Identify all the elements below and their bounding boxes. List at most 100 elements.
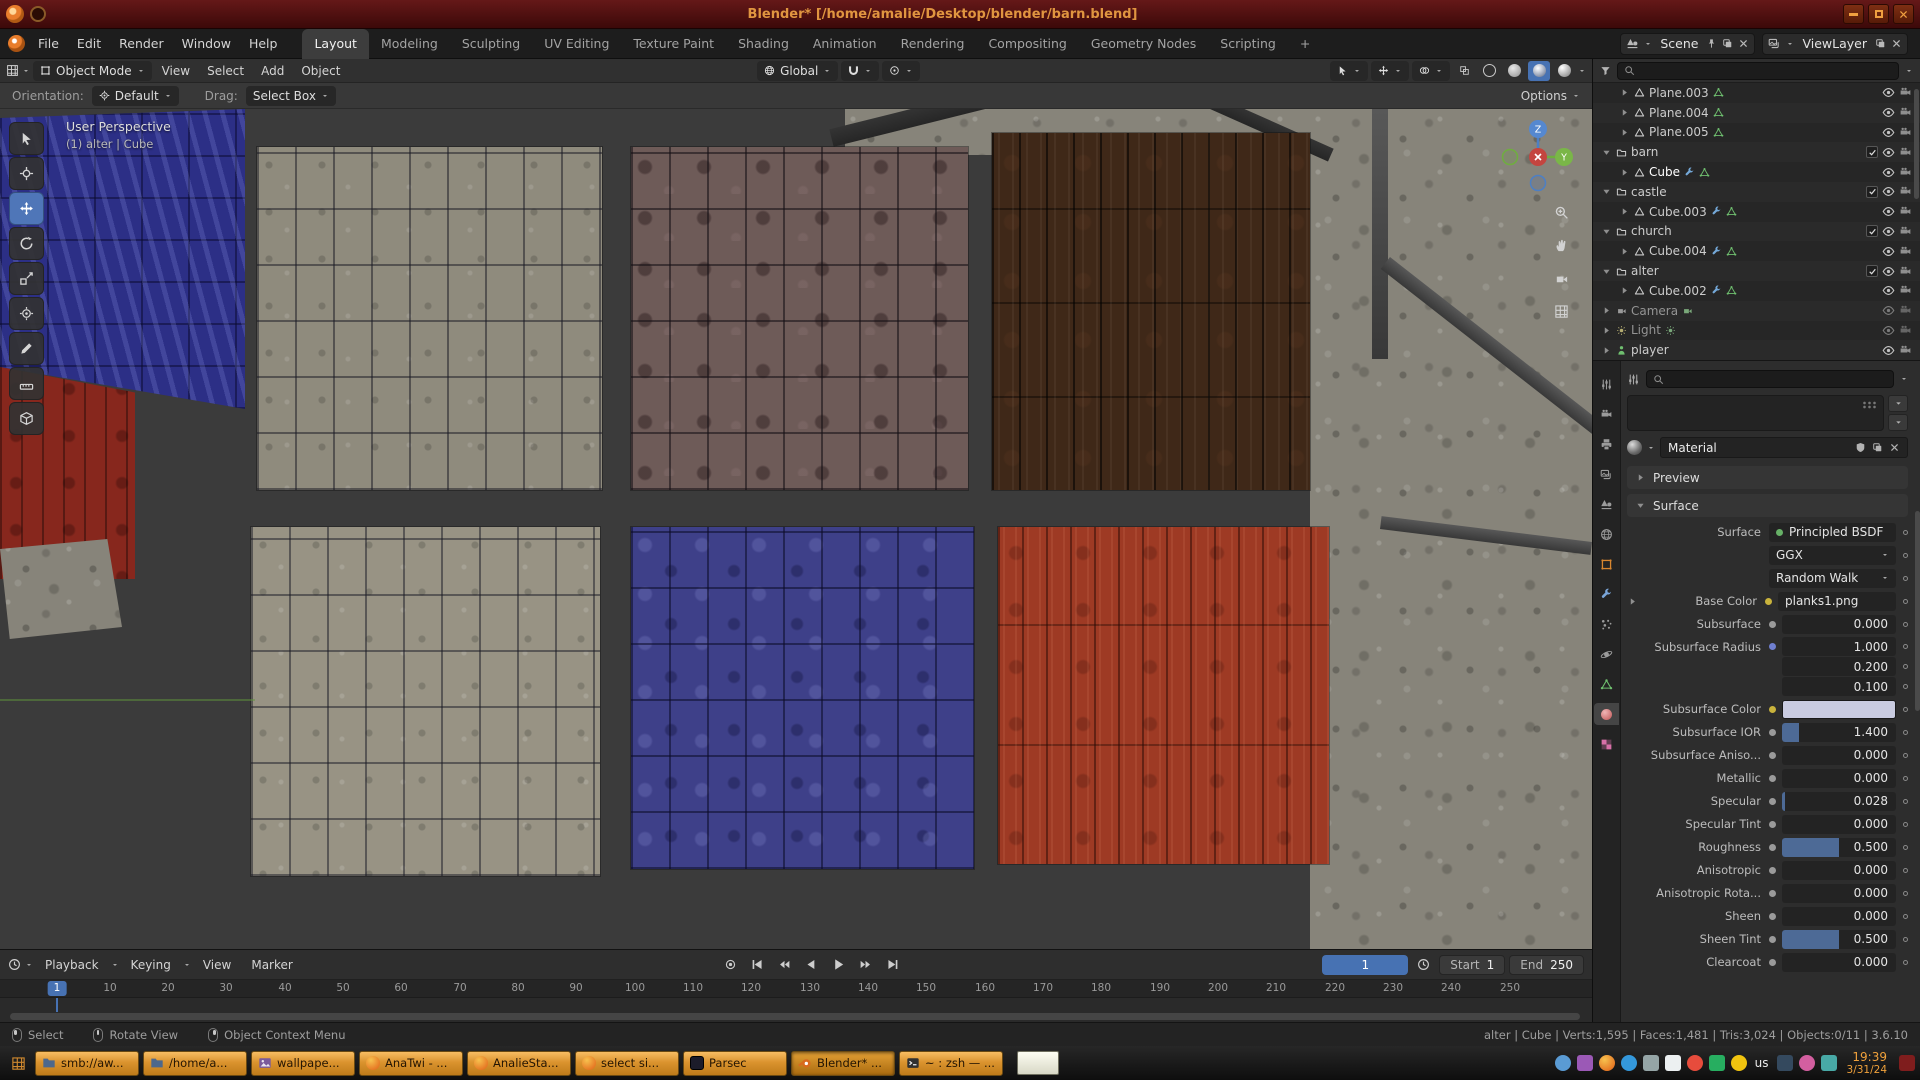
collection-checkbox[interactable]: [1866, 225, 1878, 237]
anisotropic-field[interactable]: 0.000: [1782, 861, 1896, 880]
keyboard-layout-indicator[interactable]: us: [1753, 1056, 1771, 1070]
ptab-particles[interactable]: [1594, 613, 1619, 635]
properties-scrollbar[interactable]: [1915, 511, 1920, 711]
render-visibility-icon[interactable]: [1899, 304, 1912, 317]
ptab-scene[interactable]: [1594, 493, 1619, 515]
timeline-editor-icon[interactable]: [8, 958, 21, 971]
subsurface-aniso-field[interactable]: 0.000: [1782, 746, 1896, 765]
outliner-scrollbar[interactable]: [1914, 89, 1919, 199]
orientation-setting-dropdown[interactable]: Default: [92, 86, 179, 106]
xray-toggle[interactable]: [1453, 61, 1475, 81]
object-name[interactable]: Plane.003: [1649, 86, 1709, 100]
tab-geometry-nodes[interactable]: Geometry Nodes: [1079, 29, 1208, 59]
tray-icon-8[interactable]: [1709, 1055, 1725, 1071]
outliner-search-input[interactable]: [1617, 62, 1899, 80]
distribution-dropdown[interactable]: GGX: [1769, 546, 1896, 565]
close-icon[interactable]: [1738, 38, 1749, 49]
tray-icon-7[interactable]: [1687, 1055, 1703, 1071]
keyframe-dot[interactable]: [1903, 576, 1908, 581]
anisotropic-rotation-field[interactable]: 0.000: [1782, 884, 1896, 903]
viewlayer-selector[interactable]: ViewLayer: [1762, 33, 1908, 55]
transform-orientation-dropdown[interactable]: Global: [757, 61, 838, 81]
object-visibility-dropdown[interactable]: [1330, 61, 1368, 81]
object-name[interactable]: Camera: [1631, 304, 1678, 318]
menu-marker[interactable]: Marker: [243, 950, 300, 980]
camera-view-icon[interactable]: [1554, 271, 1569, 286]
disclosure-icon[interactable]: [1601, 325, 1612, 336]
stone-block-mesh[interactable]: [0, 539, 122, 639]
tool-scale[interactable]: [9, 262, 44, 295]
tab-texture-paint[interactable]: Texture Paint: [621, 29, 726, 59]
object-name[interactable]: Light: [1631, 323, 1661, 337]
tray-icon-10[interactable]: [1777, 1055, 1793, 1071]
render-visibility-icon[interactable]: [1899, 205, 1912, 218]
disclosure-icon[interactable]: [1601, 186, 1612, 197]
ptab-physics[interactable]: [1594, 643, 1619, 665]
unlink-icon[interactable]: [1889, 442, 1900, 453]
taskbar-window-wallpaper[interactable]: wallpape...: [251, 1051, 355, 1076]
disclosure-icon[interactable]: [1601, 305, 1612, 316]
pan-hand-icon[interactable]: [1554, 238, 1569, 253]
menu-help[interactable]: Help: [240, 29, 287, 59]
menu-select[interactable]: Select: [200, 59, 251, 83]
outliner-row-cube[interactable]: Cube: [1593, 162, 1920, 182]
subsurface-radius-field-2[interactable]: 0.200: [1782, 657, 1896, 676]
taskbar-window-blender[interactable]: Blender* ...: [791, 1051, 895, 1076]
jump-to-start-button[interactable]: [746, 955, 769, 975]
keyframe-dot[interactable]: [1903, 730, 1908, 735]
eye-icon[interactable]: [1882, 225, 1895, 238]
subsurface-ior-field[interactable]: 1.400: [1782, 723, 1896, 742]
outliner-row-plane005[interactable]: Plane.005: [1593, 123, 1920, 143]
tray-icon-9[interactable]: [1731, 1055, 1747, 1071]
drag-setting-dropdown[interactable]: Select Box: [246, 86, 336, 106]
outliner-row-plane004[interactable]: Plane.004: [1593, 103, 1920, 123]
taskbar-window-parsec[interactable]: Parsec: [683, 1051, 787, 1076]
tool-move[interactable]: [9, 192, 44, 225]
texture-plane-blue-tiles[interactable]: [631, 527, 974, 869]
playhead[interactable]: 1: [48, 981, 67, 996]
proportional-edit-dropdown[interactable]: [882, 61, 920, 81]
add-workspace-tab[interactable]: +: [1288, 29, 1322, 59]
object-name[interactable]: Cube: [1649, 165, 1680, 179]
collection-checkbox[interactable]: [1866, 265, 1878, 277]
eye-icon[interactable]: [1882, 166, 1895, 179]
taskbar-window-anatwi[interactable]: AnaTwi - ...: [359, 1051, 463, 1076]
keyframe-dot[interactable]: [1903, 599, 1908, 604]
render-visibility-icon[interactable]: [1899, 284, 1912, 297]
texture-plane-red-planks[interactable]: [998, 527, 1329, 864]
taskbar-window-analiesta[interactable]: AnalieSta...: [467, 1051, 571, 1076]
current-frame-field[interactable]: 1: [1322, 955, 1408, 975]
outliner-row-cube004[interactable]: Cube.004: [1593, 241, 1920, 261]
render-visibility-icon[interactable]: [1899, 324, 1912, 337]
timeline-ruler[interactable]: 10 20 30 40 50 60 70 80 90 100 110 120 1…: [0, 980, 1592, 998]
render-visibility-icon[interactable]: [1899, 265, 1912, 278]
menu-keying[interactable]: Keying: [123, 950, 179, 980]
keyframe-dot[interactable]: [1903, 664, 1908, 669]
window-rollup-button[interactable]: [1843, 4, 1864, 24]
collection-checkbox[interactable]: [1866, 186, 1878, 198]
menu-object[interactable]: Object: [294, 59, 347, 83]
ptab-texture[interactable]: [1594, 733, 1619, 755]
overlays-dropdown[interactable]: [1412, 61, 1450, 81]
copy-icon[interactable]: [1722, 38, 1733, 49]
tool-3d-cursor[interactable]: [9, 157, 44, 190]
tray-notes-widget[interactable]: [1017, 1051, 1059, 1075]
browse-material-caret[interactable]: [1647, 444, 1655, 452]
surface-shader-field[interactable]: Principled BSDF: [1769, 523, 1896, 542]
sss-method-dropdown[interactable]: Random Walk: [1769, 569, 1896, 588]
tool-select-box[interactable]: [9, 122, 44, 155]
frame-start-field[interactable]: Start 1: [1439, 955, 1505, 975]
gizmos-dropdown[interactable]: [1371, 61, 1409, 81]
disclosure-icon[interactable]: [1619, 87, 1630, 98]
disclosure-icon[interactable]: [1601, 147, 1612, 158]
keyframe-dot[interactable]: [1903, 845, 1908, 850]
eye-icon[interactable]: [1882, 146, 1895, 159]
tray-icon-6[interactable]: [1665, 1055, 1681, 1071]
object-name[interactable]: Cube.004: [1649, 244, 1707, 258]
disclosure-icon[interactable]: [1627, 596, 1638, 607]
material-slot-list[interactable]: [1627, 395, 1884, 431]
collection-name[interactable]: barn: [1631, 145, 1658, 159]
outliner-row-church-collection[interactable]: church: [1593, 222, 1920, 242]
sheen-field[interactable]: 0.000: [1782, 907, 1896, 926]
properties-search-input[interactable]: [1646, 370, 1894, 388]
